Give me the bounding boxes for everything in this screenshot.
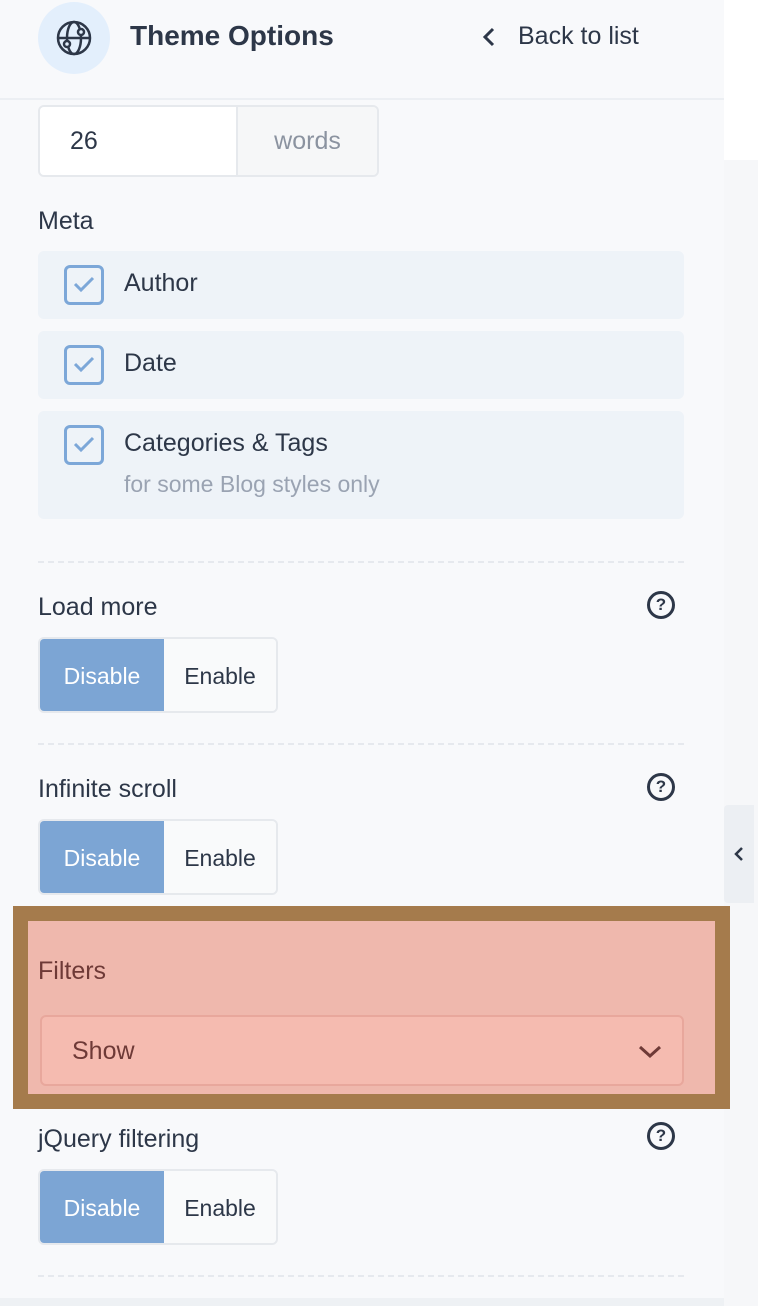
- jquery-filtering-toggle: Disable Enable: [38, 1169, 278, 1245]
- help-icon[interactable]: ?: [647, 1122, 675, 1150]
- help-icon[interactable]: ?: [647, 591, 675, 619]
- excerpt-length-field: 26 words: [38, 105, 379, 177]
- filters-label: Filters: [38, 957, 107, 985]
- highlighted-filters-section: Filters Show: [13, 906, 730, 1109]
- meta-label: Meta: [38, 207, 94, 235]
- meta-item-categories-tags[interactable]: Categories & Tags for some Blog styles o…: [38, 411, 684, 519]
- checkbox-label: Categories & Tags: [124, 429, 328, 457]
- jquery-filtering-disable-button[interactable]: Disable: [40, 1171, 164, 1243]
- infinite-scroll-enable-button[interactable]: Enable: [164, 821, 276, 893]
- back-to-list-label: Back to list: [518, 22, 639, 50]
- infinite-scroll-toggle: Disable Enable: [38, 819, 278, 895]
- infinite-scroll-disable-button[interactable]: Disable: [40, 821, 164, 893]
- categories-tags-checkbox[interactable]: [64, 425, 104, 465]
- divider: [38, 1275, 684, 1277]
- collapse-panel-button[interactable]: [724, 805, 754, 903]
- filters-section: Filters Show: [28, 921, 715, 1094]
- checkbox-label: Date: [124, 349, 177, 377]
- panel-footer: [0, 1298, 724, 1306]
- help-icon[interactable]: ?: [647, 773, 675, 801]
- excerpt-length-input[interactable]: 26: [40, 107, 238, 175]
- checkbox-sublabel: for some Blog styles only: [124, 471, 380, 497]
- load-more-disable-button[interactable]: Disable: [40, 639, 164, 711]
- checkbox-label: Author: [124, 269, 198, 297]
- check-icon: [73, 356, 95, 373]
- date-checkbox[interactable]: [64, 345, 104, 385]
- divider: [38, 743, 684, 745]
- check-icon: [73, 436, 95, 453]
- filters-select[interactable]: Show: [40, 1015, 684, 1086]
- load-more-toggle: Disable Enable: [38, 637, 278, 713]
- back-to-list-link[interactable]: Back to list: [482, 22, 639, 51]
- meta-item-author[interactable]: Author: [38, 251, 684, 319]
- page-title: Theme Options: [130, 20, 334, 51]
- check-icon: [73, 276, 95, 293]
- load-more-label: Load more: [38, 593, 158, 621]
- meta-item-date[interactable]: Date: [38, 331, 684, 399]
- infinite-scroll-label: Infinite scroll: [38, 775, 177, 803]
- load-more-enable-button[interactable]: Enable: [164, 639, 276, 711]
- divider: [38, 561, 684, 563]
- background-area: [724, 0, 758, 160]
- jquery-filtering-enable-button[interactable]: Enable: [164, 1171, 276, 1243]
- chevron-down-icon: [638, 1045, 662, 1059]
- globe-icon: [38, 2, 110, 74]
- filters-select-value: Show: [72, 1037, 135, 1065]
- chevron-left-icon: [734, 847, 743, 861]
- jquery-filtering-label: jQuery filtering: [38, 1125, 200, 1153]
- excerpt-unit-label: words: [238, 107, 377, 175]
- chevron-left-icon: [482, 27, 495, 46]
- author-checkbox[interactable]: [64, 265, 104, 305]
- header-divider: [0, 98, 724, 100]
